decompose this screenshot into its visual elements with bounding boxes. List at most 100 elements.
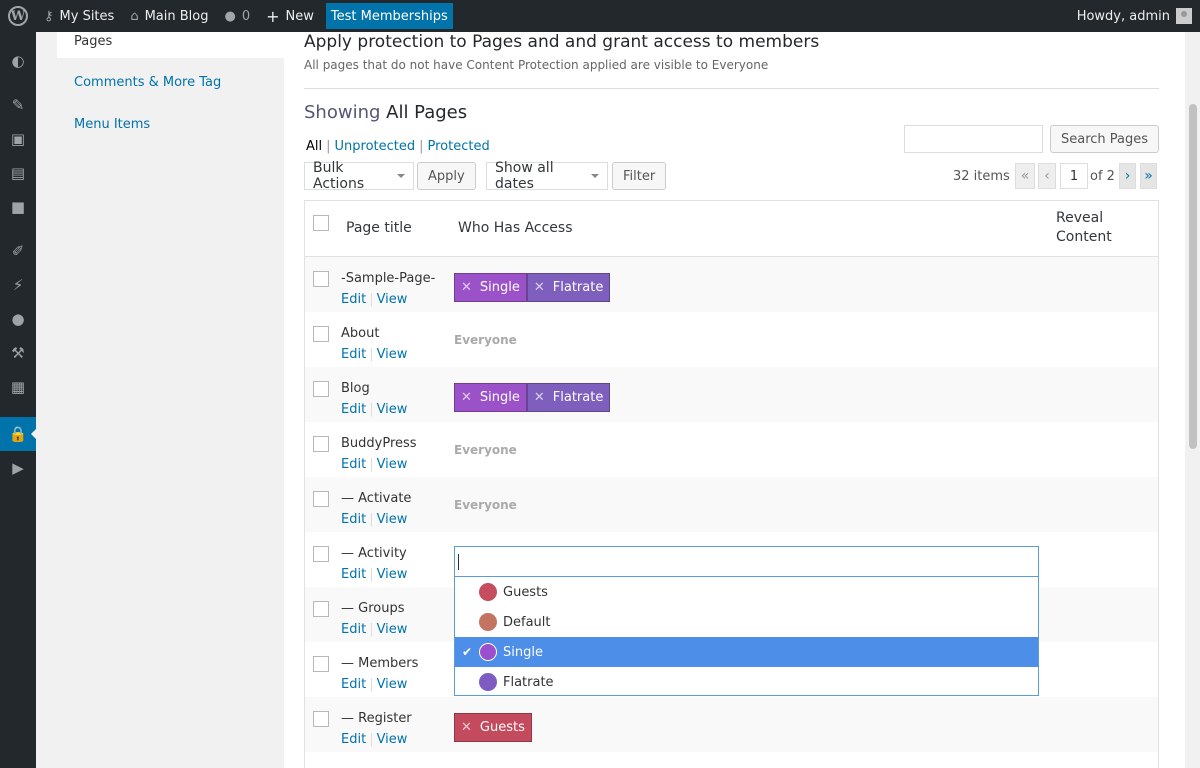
filter-all[interactable]: All <box>306 139 322 154</box>
page-title-cell: -Sample-Page- <box>341 271 436 286</box>
access-search-input[interactable] <box>454 546 1039 577</box>
color-dot-icon <box>479 673 497 691</box>
subnav-item-comments-more-tag[interactable]: Comments & More Tag <box>74 75 221 90</box>
table-row: Blog Edit | View ✕ Single ✕ Flatrate <box>305 367 1158 422</box>
search-input[interactable] <box>904 125 1043 153</box>
access-everyone: Everyone <box>454 333 517 347</box>
last-page-button[interactable]: » <box>1140 163 1157 189</box>
scrollbar-thumb[interactable] <box>1189 104 1197 449</box>
lock-icon[interactable]: 🔒 <box>0 417 37 451</box>
page-title-cell: — Members <box>341 656 419 671</box>
select-all-checkbox[interactable] <box>313 215 329 231</box>
remove-tag-icon[interactable]: ✕ <box>461 280 472 295</box>
edit-link[interactable]: Edit <box>341 292 366 307</box>
action-separator: | <box>369 347 374 362</box>
test-memberships-menu[interactable]: Test Memberships <box>325 3 453 29</box>
remove-tag-icon[interactable]: ✕ <box>534 280 545 295</box>
dropdown-option[interactable]: Flatrate <box>455 667 1038 697</box>
row-checkbox[interactable] <box>313 656 329 672</box>
filter-protected[interactable]: Protected <box>428 139 490 154</box>
media-icon[interactable]: ▣ <box>0 122 36 156</box>
new-content-menu[interactable]: + New <box>258 0 322 32</box>
dropdown-option[interactable]: ✔ Single <box>455 637 1038 667</box>
comments-icon[interactable]: ■ <box>0 190 36 224</box>
row-checkbox[interactable] <box>313 491 329 507</box>
membership-tag: ✕ Single <box>454 383 527 412</box>
subnav-item-menu-items[interactable]: Menu Items <box>74 117 150 132</box>
users-icon[interactable]: ● <box>0 302 36 336</box>
edit-link[interactable]: Edit <box>341 732 366 747</box>
row-actions: Edit | View <box>341 512 407 527</box>
divider <box>304 88 1159 89</box>
access-dropdown-list: Guests Default ✔ Single Flatrate <box>454 577 1039 696</box>
edit-link[interactable]: Edit <box>341 677 366 692</box>
row-checkbox[interactable] <box>313 271 329 287</box>
view-link[interactable]: View <box>377 292 408 307</box>
row-checkbox[interactable] <box>313 436 329 452</box>
filter-separator: | <box>419 139 424 154</box>
wordpress-logo-button[interactable]: W <box>0 0 36 32</box>
filter-unprotected[interactable]: Unprotected <box>335 139 416 154</box>
play-icon[interactable]: ▶ <box>0 451 36 485</box>
view-link[interactable]: View <box>377 457 408 472</box>
column-page-title[interactable]: Page title <box>346 220 412 236</box>
edit-link[interactable]: Edit <box>341 457 366 472</box>
howdy-label: Howdy, admin <box>1076 8 1170 24</box>
remove-tag-icon[interactable]: ✕ <box>461 390 472 405</box>
dashboard-icon[interactable]: ◐ <box>0 44 36 78</box>
view-link[interactable]: View <box>377 512 408 527</box>
action-separator: | <box>369 677 374 692</box>
appearance-icon[interactable]: ✐ <box>0 234 36 268</box>
dates-select[interactable]: Show all dates <box>486 160 608 192</box>
filter-button[interactable]: Filter <box>612 162 667 190</box>
account-menu[interactable]: Howdy, admin <box>1077 8 1200 24</box>
action-separator: | <box>369 457 374 472</box>
view-link[interactable]: View <box>377 677 408 692</box>
view-link[interactable]: View <box>377 567 408 582</box>
tag-label: Guests <box>479 720 525 735</box>
plugins-icon[interactable]: ⚡ <box>0 268 36 302</box>
table-row: -Sample-Page- Edit | View ✕ Single ✕ Flatrate <box>305 257 1158 312</box>
protection-subnav: Pages Comments & More Tag Menu Items <box>57 32 284 768</box>
bulk-actions-select[interactable]: Bulk Actions <box>304 160 414 192</box>
dropdown-option[interactable]: Guests <box>455 577 1038 607</box>
apply-button[interactable]: Apply <box>417 162 476 190</box>
edit-link[interactable]: Edit <box>341 347 366 362</box>
search-pages-button[interactable]: Search Pages <box>1050 125 1160 153</box>
view-link[interactable]: View <box>377 402 408 417</box>
remove-tag-icon[interactable]: ✕ <box>461 720 472 735</box>
page-title-cell: Blog <box>341 381 370 396</box>
my-sites-menu[interactable]: ⚷ My Sites <box>36 0 122 32</box>
edit-link[interactable]: Edit <box>341 567 366 582</box>
prev-page-button[interactable]: ‹ <box>1038 163 1056 189</box>
first-page-button[interactable]: « <box>1015 163 1035 189</box>
color-dot-icon <box>479 583 497 601</box>
tools-icon[interactable]: ⚒ <box>0 336 36 370</box>
row-checkbox[interactable] <box>313 546 329 562</box>
edit-link[interactable]: Edit <box>341 622 366 637</box>
row-checkbox[interactable] <box>313 601 329 617</box>
scrollbar[interactable] <box>1185 32 1200 768</box>
next-page-button[interactable]: › <box>1119 163 1136 189</box>
view-link[interactable]: View <box>377 347 408 362</box>
row-checkbox[interactable] <box>313 711 329 727</box>
membership-tag: ✕ Guests <box>454 713 532 742</box>
settings-icon[interactable]: ▦ <box>0 370 36 404</box>
comments-menu[interactable]: ● 0 <box>216 0 258 32</box>
row-actions: Edit | View <box>341 567 407 582</box>
pages-icon[interactable]: ▤ <box>0 156 36 190</box>
view-link[interactable]: View <box>377 732 408 747</box>
row-checkbox[interactable] <box>313 381 329 397</box>
dropdown-option[interactable]: Default <box>455 607 1038 637</box>
subnav-item-pages[interactable]: Pages <box>57 32 284 58</box>
edit-link[interactable]: Edit <box>341 402 366 417</box>
option-label: Default <box>503 614 551 630</box>
access-everyone: Everyone <box>454 443 517 457</box>
remove-tag-icon[interactable]: ✕ <box>534 390 545 405</box>
view-link[interactable]: View <box>377 622 408 637</box>
edit-link[interactable]: Edit <box>341 512 366 527</box>
pin-icon[interactable]: ✎ <box>0 88 36 122</box>
main-blog-menu[interactable]: ⌂ Main Blog <box>122 0 216 32</box>
current-page-input[interactable]: 1 <box>1060 163 1088 189</box>
row-checkbox[interactable] <box>313 326 329 342</box>
